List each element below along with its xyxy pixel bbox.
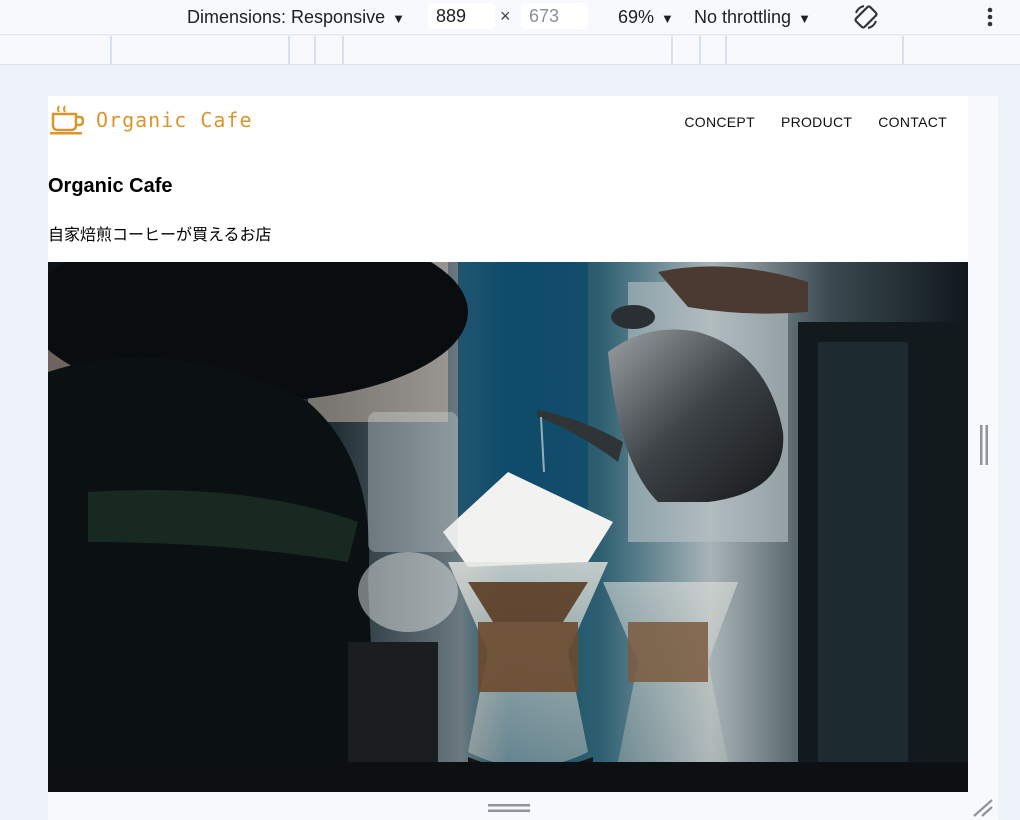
- rotate-icon[interactable]: [852, 3, 880, 31]
- media-query-marker[interactable]: [110, 36, 112, 65]
- nav-product-link[interactable]: PRODUCT: [781, 114, 852, 130]
- media-query-marker[interactable]: [725, 36, 727, 65]
- site-header: Organic Cafe CONCEPT PRODUCT CONTACT: [48, 96, 968, 148]
- corner-resize-icon[interactable]: [972, 798, 994, 818]
- media-query-marker[interactable]: [288, 36, 290, 65]
- main-nav: CONCEPT PRODUCT CONTACT: [684, 114, 947, 130]
- media-query-marker[interactable]: [671, 36, 673, 65]
- resize-handle-icon[interactable]: [488, 803, 530, 813]
- more-vert-icon[interactable]: [980, 5, 1000, 29]
- media-query-marker[interactable]: [342, 36, 344, 65]
- throttling-label: No throttling: [694, 7, 792, 27]
- caret-down-icon: ▼: [661, 11, 674, 26]
- nav-contact-link[interactable]: CONTACT: [878, 114, 947, 130]
- dimensions-dropdown[interactable]: Dimensions: Responsive ▼: [187, 0, 405, 35]
- nav-concept-link[interactable]: CONCEPT: [684, 114, 755, 130]
- hero-subtitle: 自家焙煎コーヒーが買えるお店: [48, 227, 272, 244]
- resize-handle-icon[interactable]: [979, 425, 989, 465]
- width-input[interactable]: 889: [428, 3, 495, 29]
- caret-down-icon: ▼: [392, 11, 405, 26]
- site-logo[interactable]: Organic Cafe: [50, 105, 253, 135]
- throttling-dropdown[interactable]: No throttling ▼: [694, 0, 811, 35]
- device-toolbar: Dimensions: Responsive ▼ 889 × 673 69% ▼…: [0, 0, 1020, 35]
- emulated-viewport: Organic Cafe CONCEPT PRODUCT CONTACT Org…: [48, 96, 968, 792]
- media-query-marker[interactable]: [699, 36, 701, 65]
- hero-title: Organic Cafe: [48, 175, 173, 197]
- logo-text: Organic Cafe: [96, 108, 253, 132]
- zoom-dropdown[interactable]: 69% ▼: [618, 0, 674, 35]
- height-input[interactable]: 673: [521, 3, 588, 29]
- zoom-label: 69%: [618, 7, 655, 27]
- times-icon: ×: [500, 6, 511, 26]
- media-query-marker[interactable]: [314, 36, 316, 65]
- media-query-marker[interactable]: [902, 36, 904, 65]
- coffee-cup-icon: [50, 105, 84, 135]
- caret-down-icon: ▼: [798, 11, 811, 26]
- media-query-bar: [0, 36, 1020, 65]
- dimensions-label: Dimensions: Responsive: [187, 7, 386, 27]
- hero-image: [48, 262, 968, 792]
